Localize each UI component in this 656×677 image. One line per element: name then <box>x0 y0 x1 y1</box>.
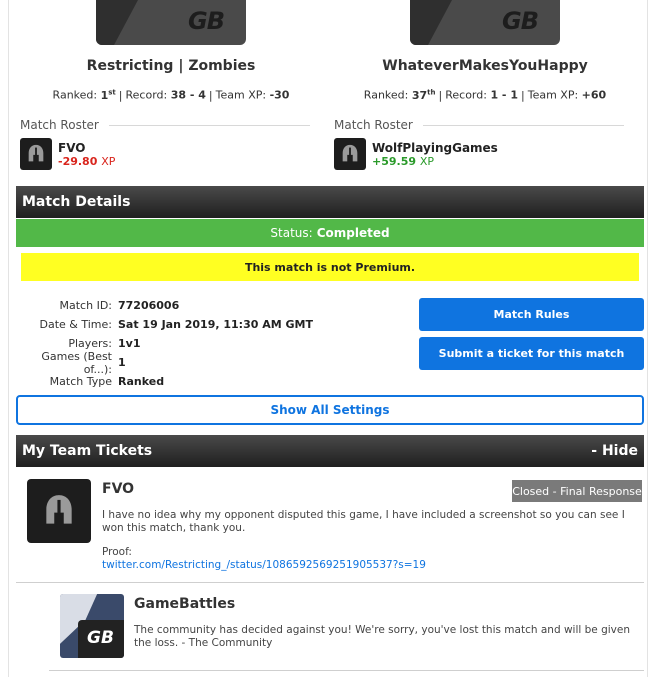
detail-row-date-time: Date & Time: Sat 19 Jan 2019, 11:30 AM G… <box>16 315 396 334</box>
roster-title-row: Match Roster <box>20 118 310 132</box>
ticket-proof: Proof: twitter.com/Restricting_/status/1… <box>102 546 642 572</box>
roster-title: Match Roster <box>20 118 99 132</box>
detail-label: Games (Best of...): <box>41 349 112 376</box>
match-rules-button[interactable]: Match Rules <box>419 298 644 331</box>
rank-value: 1st <box>101 88 116 102</box>
record-value: 38 - 4 <box>170 88 206 102</box>
record-value: 1 - 1 <box>490 88 518 102</box>
record-label: Record: <box>125 88 168 102</box>
team-name[interactable]: Restricting | Zombies <box>16 58 326 74</box>
team-xp-value: +60 <box>581 88 607 102</box>
ticket-author[interactable]: GameBattles <box>134 596 235 612</box>
ticket-message: The community has decided against you! W… <box>134 624 630 649</box>
team-xp-value: -30 <box>269 88 290 102</box>
roster-title-row: Match Roster <box>334 118 624 132</box>
roster-title: Match Roster <box>334 118 413 132</box>
ticket-status-badge: Closed - Final Response <box>512 480 642 502</box>
ranked-label: Ranked: <box>52 88 98 102</box>
detail-value: Ranked <box>118 375 165 388</box>
detail-row-games: Games (Best of...): 1 <box>16 350 396 376</box>
divider <box>422 124 624 126</box>
team-logo-wing <box>96 0 138 45</box>
match-details-header: Match Details <box>16 186 644 218</box>
ticket-message: I have no idea why my opponent disputed … <box>102 509 625 534</box>
divider <box>49 670 644 671</box>
divider: | <box>208 88 213 102</box>
submit-ticket-button[interactable]: Submit a ticket for this match <box>419 337 644 370</box>
rank-value: 37th <box>411 88 436 102</box>
divider <box>108 124 310 126</box>
detail-label: Match ID: <box>59 299 112 312</box>
player-xp: +59.59 XP <box>372 155 498 168</box>
detail-value: 1v1 <box>118 337 141 350</box>
detail-row-match-id: Match ID: 77206006 <box>16 296 396 315</box>
status-value: Completed <box>316 226 390 240</box>
detail-value: 77206006 <box>118 299 180 312</box>
match-roster-away: Match Roster WolfPlayingGames +59.59 XP <box>334 118 624 170</box>
divider: | <box>438 88 443 102</box>
spartan-helmet-icon[interactable] <box>334 138 366 170</box>
proof-label: Proof: <box>102 546 132 558</box>
team-logo[interactable]: GB <box>96 0 246 45</box>
match-details-table: Match ID: 77206006 Date & Time: Sat 19 J… <box>16 296 396 391</box>
detail-label: Match Type <box>49 375 112 388</box>
roster-player[interactable]: WolfPlayingGames +59.59 XP <box>334 138 624 170</box>
show-all-settings-button[interactable]: Show All Settings <box>16 395 644 425</box>
divider: | <box>521 88 525 102</box>
hide-toggle[interactable]: - Hide <box>591 443 638 459</box>
rank-suffix: st <box>108 88 116 96</box>
roster-player[interactable]: FVO -29.80 XP <box>20 138 310 170</box>
section-title: My Team Tickets <box>22 443 153 459</box>
record-label: Record: <box>445 88 487 102</box>
team-stats: Ranked: 37th | Record: 1 - 1 | Team XP: +60 <box>330 88 640 102</box>
team-name[interactable]: WhateverMakesYouHappy <box>330 58 640 74</box>
player-name[interactable]: WolfPlayingGames <box>372 141 498 155</box>
detail-value: Sat 19 Jan 2019, 11:30 AM GMT <box>118 318 313 331</box>
status-label: Status: <box>270 226 313 240</box>
player-xp: -29.80 XP <box>58 155 115 168</box>
detail-row-match-type: Match Type Ranked <box>16 372 396 391</box>
xp-unit: XP <box>101 154 116 168</box>
xp-unit: XP <box>419 154 435 168</box>
premium-notice: This match is not Premium. <box>21 253 639 281</box>
ticket-author[interactable]: FVO <box>102 481 134 497</box>
proof-link[interactable]: twitter.com/Restricting_/status/10865925… <box>102 559 642 572</box>
team-xp-label: Team XP: <box>527 88 579 102</box>
player-info: WolfPlayingGames +59.59 XP <box>372 141 498 168</box>
logo-text: GB <box>87 628 114 648</box>
team-xp-label: Team XP: <box>215 88 267 102</box>
team-logo-text: GB <box>188 7 225 35</box>
team-logo[interactable]: GB <box>410 0 560 45</box>
team-stats: Ranked: 1st | Record: 38 - 4 | Team XP: -30 <box>16 88 326 102</box>
rank-suffix: th <box>427 88 436 96</box>
status-bar: Status: Completed <box>16 219 644 247</box>
player-name[interactable]: FVO <box>58 141 115 155</box>
section-title: Match Details <box>22 194 131 210</box>
detail-label: Players: <box>68 337 112 350</box>
match-roster-home: Match Roster FVO -29.80 XP <box>20 118 310 170</box>
detail-label: Date & Time: <box>39 318 113 331</box>
divider <box>16 582 644 583</box>
spartan-helmet-icon[interactable] <box>27 479 91 543</box>
team-header-away: GB WhateverMakesYouHappy Ranked: 37th | Re… <box>330 0 640 102</box>
divider: | <box>118 88 123 102</box>
player-info: FVO -29.80 XP <box>58 141 115 168</box>
detail-value: 1 <box>118 356 126 369</box>
player-xp-value: -29.80 <box>58 154 98 168</box>
team-logo-wing <box>410 0 452 45</box>
player-xp-value: +59.59 <box>372 154 417 168</box>
team-header-home: GB Restricting | Zombies Ranked: 1st | Rec… <box>16 0 326 102</box>
ranked-label: Ranked: <box>363 88 409 102</box>
rank-number: 37 <box>411 88 428 102</box>
gamebattles-logo-icon[interactable]: GB <box>60 594 124 658</box>
team-tickets-header: My Team Tickets - Hide <box>16 435 644 467</box>
spartan-helmet-icon[interactable] <box>20 138 52 170</box>
team-logo-text: GB <box>502 7 539 35</box>
